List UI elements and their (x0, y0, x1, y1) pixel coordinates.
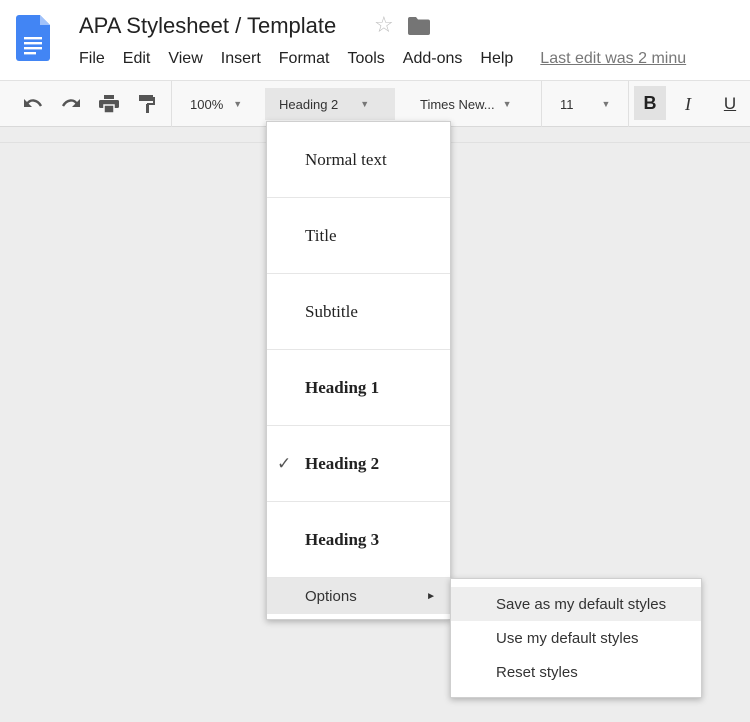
style-dropdown-menu: Normal text Title Subtitle Heading 1 ✓ H… (266, 121, 451, 620)
style-option-heading-2[interactable]: ✓ Heading 2 (267, 426, 450, 502)
paint-format-button[interactable] (134, 91, 160, 117)
paint-format-icon (139, 95, 155, 113)
options-submenu: Save as my default styles Use my default… (450, 578, 702, 698)
header: APA Stylesheet / Template ☆ File Edit Vi… (0, 0, 750, 80)
style-option-normal-text[interactable]: Normal text (267, 122, 450, 198)
chevron-down-icon: ▼ (502, 99, 512, 109)
menu-file[interactable]: File (70, 50, 114, 68)
undo-button[interactable] (20, 91, 46, 117)
style-options-item[interactable]: Options ► (267, 578, 450, 614)
star-icon[interactable]: ☆ (374, 14, 394, 36)
chevron-down-icon: ▼ (233, 99, 243, 109)
menu-bar: File Edit View Insert Format Tools Add-o… (70, 49, 695, 69)
underline-button[interactable]: U (718, 91, 742, 117)
options-label: Options (305, 587, 357, 605)
redo-icon (61, 99, 80, 107)
print-button[interactable] (96, 91, 122, 117)
toolbar-divider (628, 81, 629, 127)
menu-view[interactable]: View (159, 50, 211, 68)
menu-tools[interactable]: Tools (338, 50, 393, 68)
reset-styles-item[interactable]: Reset styles (451, 655, 701, 689)
menu-format[interactable]: Format (270, 50, 339, 68)
font-value: Times New... (420, 96, 495, 112)
chevron-down-icon: ▼ (601, 99, 611, 109)
folder-icon[interactable] (408, 17, 430, 35)
style-option-label: Heading 3 (305, 529, 380, 549)
redo-button[interactable] (58, 91, 84, 117)
font-select[interactable]: Times New... ▼ (410, 88, 535, 120)
last-edit-link[interactable]: Last edit was 2 minu (531, 50, 695, 68)
arrow-right-icon: ► (426, 590, 436, 602)
undo-icon (24, 99, 43, 107)
style-option-label: Heading 2 (305, 453, 380, 473)
chevron-down-icon: ▼ (360, 99, 370, 109)
print-icon (99, 95, 119, 113)
menu-addons[interactable]: Add-ons (394, 50, 472, 68)
document-title[interactable]: APA Stylesheet / Template (79, 13, 336, 39)
menu-insert[interactable]: Insert (212, 50, 270, 68)
zoom-select[interactable]: 100% ▼ (180, 88, 260, 120)
italic-button[interactable]: I (676, 91, 700, 117)
style-option-heading-3[interactable]: Heading 3 (267, 502, 450, 578)
docs-logo-icon[interactable] (16, 15, 50, 61)
style-value: Heading 2 (279, 96, 339, 112)
use-default-styles-item[interactable]: Use my default styles (451, 621, 701, 655)
menu-edit[interactable]: Edit (114, 50, 160, 68)
style-option-heading-1[interactable]: Heading 1 (267, 350, 450, 426)
menu-help[interactable]: Help (471, 50, 522, 68)
style-option-label: Subtitle (305, 301, 358, 321)
font-size-select[interactable]: 11 ▼ (548, 88, 628, 120)
style-option-title[interactable]: Title (267, 198, 450, 274)
style-option-label: Normal text (305, 149, 387, 169)
toolbar-divider (541, 81, 542, 127)
style-select[interactable]: Heading 2 ▼ (265, 88, 395, 120)
font-size-value: 11 (560, 96, 574, 112)
style-option-label: Title (305, 225, 337, 245)
style-option-label: Heading 1 (305, 377, 380, 397)
toolbar-divider (171, 81, 172, 127)
checkmark-icon: ✓ (277, 453, 292, 474)
save-default-styles-item[interactable]: Save as my default styles (451, 587, 701, 621)
zoom-value: 100% (190, 96, 224, 112)
style-option-subtitle[interactable]: Subtitle (267, 274, 450, 350)
bold-button[interactable]: B (634, 86, 666, 120)
